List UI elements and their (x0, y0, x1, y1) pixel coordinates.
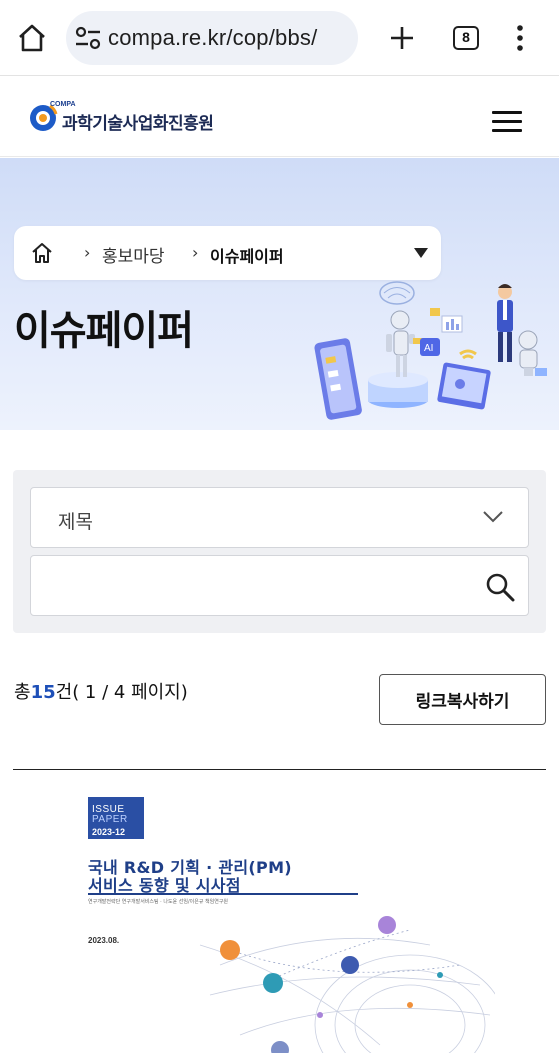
page-info: ( 1 / 4 페이지) (72, 682, 188, 703)
address-bar[interactable]: compa.re.kr/cop/bbs/ (66, 11, 358, 65)
search-panel: 제목 (13, 470, 546, 633)
url-text: compa.re.kr/cop/bbs/ (108, 25, 318, 50)
search-input-wrapper (30, 555, 529, 616)
ai-robot-illustration: AI (314, 281, 547, 420)
network-globe-illustration (199, 916, 495, 1053)
breadcrumb: › 홍보마당 › 이슈페이퍼 (14, 226, 441, 280)
site-settings-icon[interactable] (74, 25, 102, 51)
chevron-down-icon (483, 511, 503, 523)
hero-banner: › 홍보마당 › 이슈페이퍼 이슈페이퍼 AI (0, 158, 559, 430)
page-title: 이슈페이퍼 (14, 308, 194, 354)
copy-link-button[interactable]: 링크복사하기 (379, 674, 546, 725)
search-input[interactable] (47, 570, 467, 602)
new-tab-icon[interactable] (388, 24, 416, 52)
breadcrumb-separator: › (192, 243, 199, 262)
report-date: 2023.08. (88, 936, 120, 945)
count-prefix: 총 (14, 682, 31, 703)
logo-sup-text: COMPA (50, 101, 76, 108)
browser-toolbar: compa.re.kr/cop/bbs/ 8 (0, 0, 559, 76)
search-field-select[interactable]: 제목 (30, 487, 529, 548)
report-thumbnail[interactable]: ISSUE PAPER 2023-12 국내 R&D 기획 · 관리(PM) 서… (80, 790, 495, 1053)
badge-line2: PAPER (92, 814, 128, 825)
divider (13, 769, 546, 770)
tab-switcher-button[interactable]: 8 (453, 26, 479, 50)
site-header: COMPA 과학기술사업화진흥원 (0, 77, 559, 157)
home-icon[interactable] (16, 22, 48, 54)
logo-text[interactable]: 과학기술사업화진흥원 (62, 109, 214, 134)
result-count: 총15건( 1 / 4 페이지) (14, 678, 188, 704)
search-icon[interactable] (485, 572, 515, 602)
more-menu-icon[interactable] (512, 24, 528, 52)
breadcrumb-item-promo[interactable]: 홍보마당 (102, 242, 165, 267)
count-number: 15 (30, 682, 56, 703)
search-field-value: 제목 (58, 511, 93, 533)
svg-text:AI: AI (424, 343, 433, 354)
title-underline (88, 893, 358, 895)
breadcrumb-separator: › (84, 243, 91, 262)
issue-paper-badge: ISSUE PAPER 2023-12 (88, 797, 144, 839)
count-suffix: 건 (55, 682, 73, 703)
breadcrumb-home-icon[interactable] (30, 241, 54, 265)
caret-down-icon[interactable] (414, 248, 428, 258)
menu-icon[interactable] (492, 111, 522, 133)
breadcrumb-item-current[interactable]: 이슈페이퍼 (210, 243, 284, 267)
badge-issue-number: 2023-12 (92, 827, 126, 837)
